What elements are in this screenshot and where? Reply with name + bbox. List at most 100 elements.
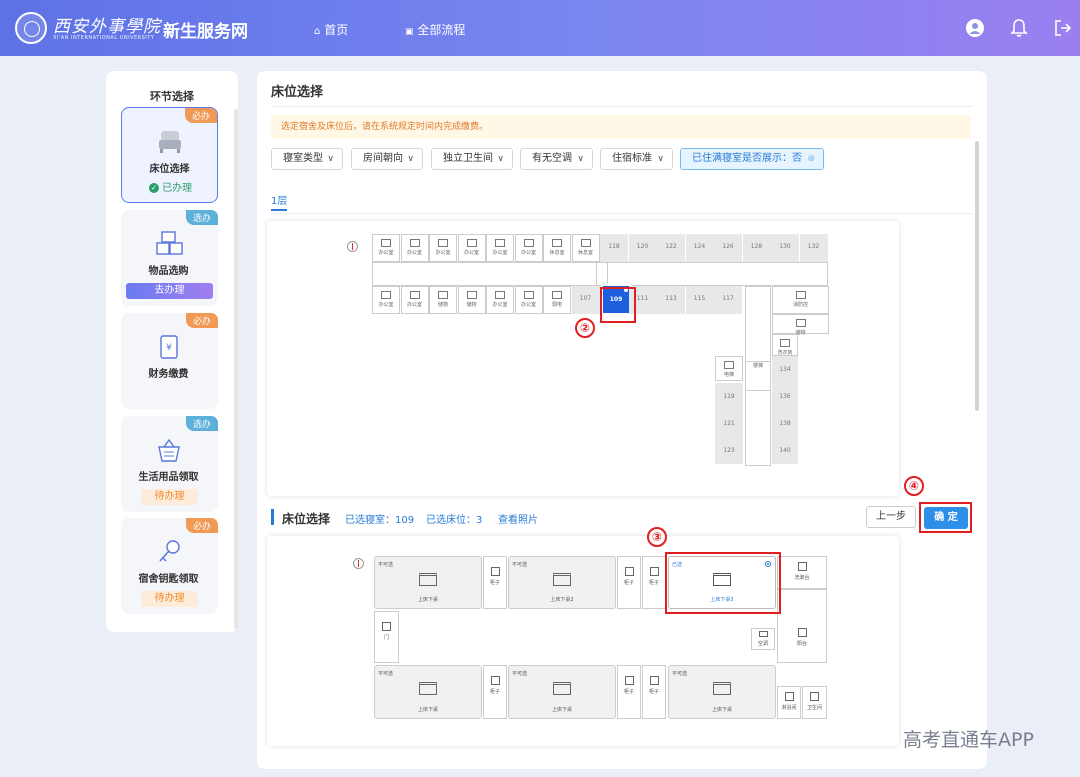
room-123: 123 [715,437,743,464]
sidebar-title: 环节选择 [150,90,194,103]
facility-room: 储物 [457,286,486,314]
cabinet: 柜子 [483,665,507,719]
cabinet-icon [624,676,634,685]
divider [271,213,973,214]
clear-icon[interactable]: ⊗ [807,149,815,169]
room-134: 134 [772,356,798,383]
step-label: 宿舍钥匙领取 [138,574,199,585]
highlight-bed-3 [665,552,781,614]
nav-all-flows[interactable]: ▣ 全部流程 [405,21,465,38]
facility-room: 休息室 [571,234,600,262]
room-117[interactable]: 117 [714,286,742,314]
bed-icon [159,131,181,153]
bunk-bed-icon [419,682,437,695]
facility-room: 办公室 [429,234,457,262]
room-132: 132 [799,234,828,262]
chevron-down-icon: ∨ [577,154,584,164]
step-payment[interactable]: 必办 ¥ 财务缴费 [121,313,218,409]
room-icon [580,239,591,247]
room-115[interactable]: 115 [685,286,714,314]
room-icon [381,239,391,247]
cabinet: 柜子 [642,556,666,609]
status-pending: 待办理 [141,591,198,607]
toilet: 卫生间 [802,686,827,719]
cabinet-icon [649,676,659,685]
nav-home[interactable]: ⌂ 首页 [314,21,348,38]
cabinet-icon [490,567,500,576]
shower-icon [784,692,794,701]
room-136: 136 [772,383,798,410]
filter-orientation[interactable]: 房间朝向 ∨ [351,148,423,170]
section-bar [271,509,274,525]
room-icon [438,239,448,247]
bed-1: 不可选 上床下桌 [374,556,482,609]
room-122: 122 [657,234,685,262]
air-conditioner: 空调 [751,628,775,650]
filter-bathroom[interactable]: 独立卫生间 ∨ [431,148,513,170]
facility-room: 储物 [429,286,457,314]
tag-optional: 选办 [185,210,218,225]
tag-required: 必办 [185,518,218,533]
cabinet: 柜子 [483,556,507,609]
room-icon [495,239,505,247]
selected-bed-text: 已选床位：3 [426,515,483,526]
annotation-4: ④ [904,476,924,496]
room-icon [523,239,534,247]
divider [271,106,973,107]
bed-4: 不可选 上床下桌 [374,665,482,719]
tab-underline [271,209,287,211]
step-key-pickup[interactable]: 必办 宿舍钥匙领取 待办理 [121,518,218,614]
go-handle-button[interactable]: 去办理 [126,283,213,299]
door-icon [382,622,391,631]
floor-plan: 办公室 办公室 办公室 办公室 办公室 办公室 休息室 休息室 118 120 122 124 126 1… [267,221,899,496]
room-113[interactable]: 113 [657,286,685,314]
step-item-purchase[interactable]: 选办 物品选购 去办理 [121,210,218,306]
room-icon [795,319,806,327]
page-title: 床位选择 [271,85,324,100]
highlight-room-109 [600,287,636,323]
room-icon [724,361,734,369]
school-name-en: XI'AN INTERNATIONAL UNIVERSITY [53,35,155,41]
bunk-bed-icon [419,573,437,586]
room-icon [409,291,420,299]
step-supplies-pickup[interactable]: 选办 生活用品领取 待办理 [121,416,218,512]
sidebar-scrollbar[interactable] [234,109,238,629]
home-icon: ⌂ [314,26,321,37]
status-pending: 待办理 [141,489,198,505]
compass-icon [353,558,364,569]
prev-button[interactable]: 上一步 [866,506,916,528]
room-107[interactable]: 107 [571,286,600,314]
filter-aircon[interactable]: 有无空调 ∨ [520,148,593,170]
stairs: 楼梯 [745,361,771,391]
view-photos-link[interactable]: 查看照片 [498,511,538,526]
filter-show-full-rooms[interactable]: 已住满寝室是否展示：否 ⊗ [680,148,824,170]
chevron-down-icon: ∨ [657,154,664,164]
step-bed-selection[interactable]: 必办 床位选择 ✓ 已办理 [121,107,218,203]
room-140: 140 [772,437,798,464]
basket-icon [158,438,180,462]
annotation-3: ③ [647,527,667,547]
facility-room: 储物 [772,314,829,336]
room-layout: 不可选 上床下桌 不可选 上床下桌2 已选 上床下桌3 不可选 上床下桌 不可选 上床下桌… [267,536,899,746]
facility-room: 消防控 [772,286,829,314]
user-icon[interactable] [965,18,985,38]
filter-room-type[interactable]: 寝室类型 ∨ [271,148,343,170]
room-121: 121 [715,410,743,437]
room-130: 130 [771,234,799,262]
bed-5: 不可选 上床下桌 [508,665,616,719]
svg-text:¥: ¥ [166,343,172,353]
main-scrollbar[interactable] [975,141,979,411]
tab-floor-1[interactable]: 1层 [271,192,287,207]
tag-required: 必办 [184,108,217,123]
logout-icon[interactable] [1053,18,1073,38]
room-icon [780,339,790,347]
wash-basin: 洗漱台 [777,556,827,589]
step-label: 财务缴费 [148,369,189,380]
key-icon [159,540,180,562]
room-124: 124 [685,234,714,262]
room-icon [409,239,420,247]
bell-icon[interactable] [1009,18,1029,38]
balcony-icon [797,628,807,637]
filter-standard[interactable]: 住宿标准 ∨ [600,148,673,170]
main-panel: 床位选择 选定宿舍及床位后，请在系统规定时间内完成缴费。 寝室类型 ∨ 房间朝向 ∨… [257,71,987,769]
